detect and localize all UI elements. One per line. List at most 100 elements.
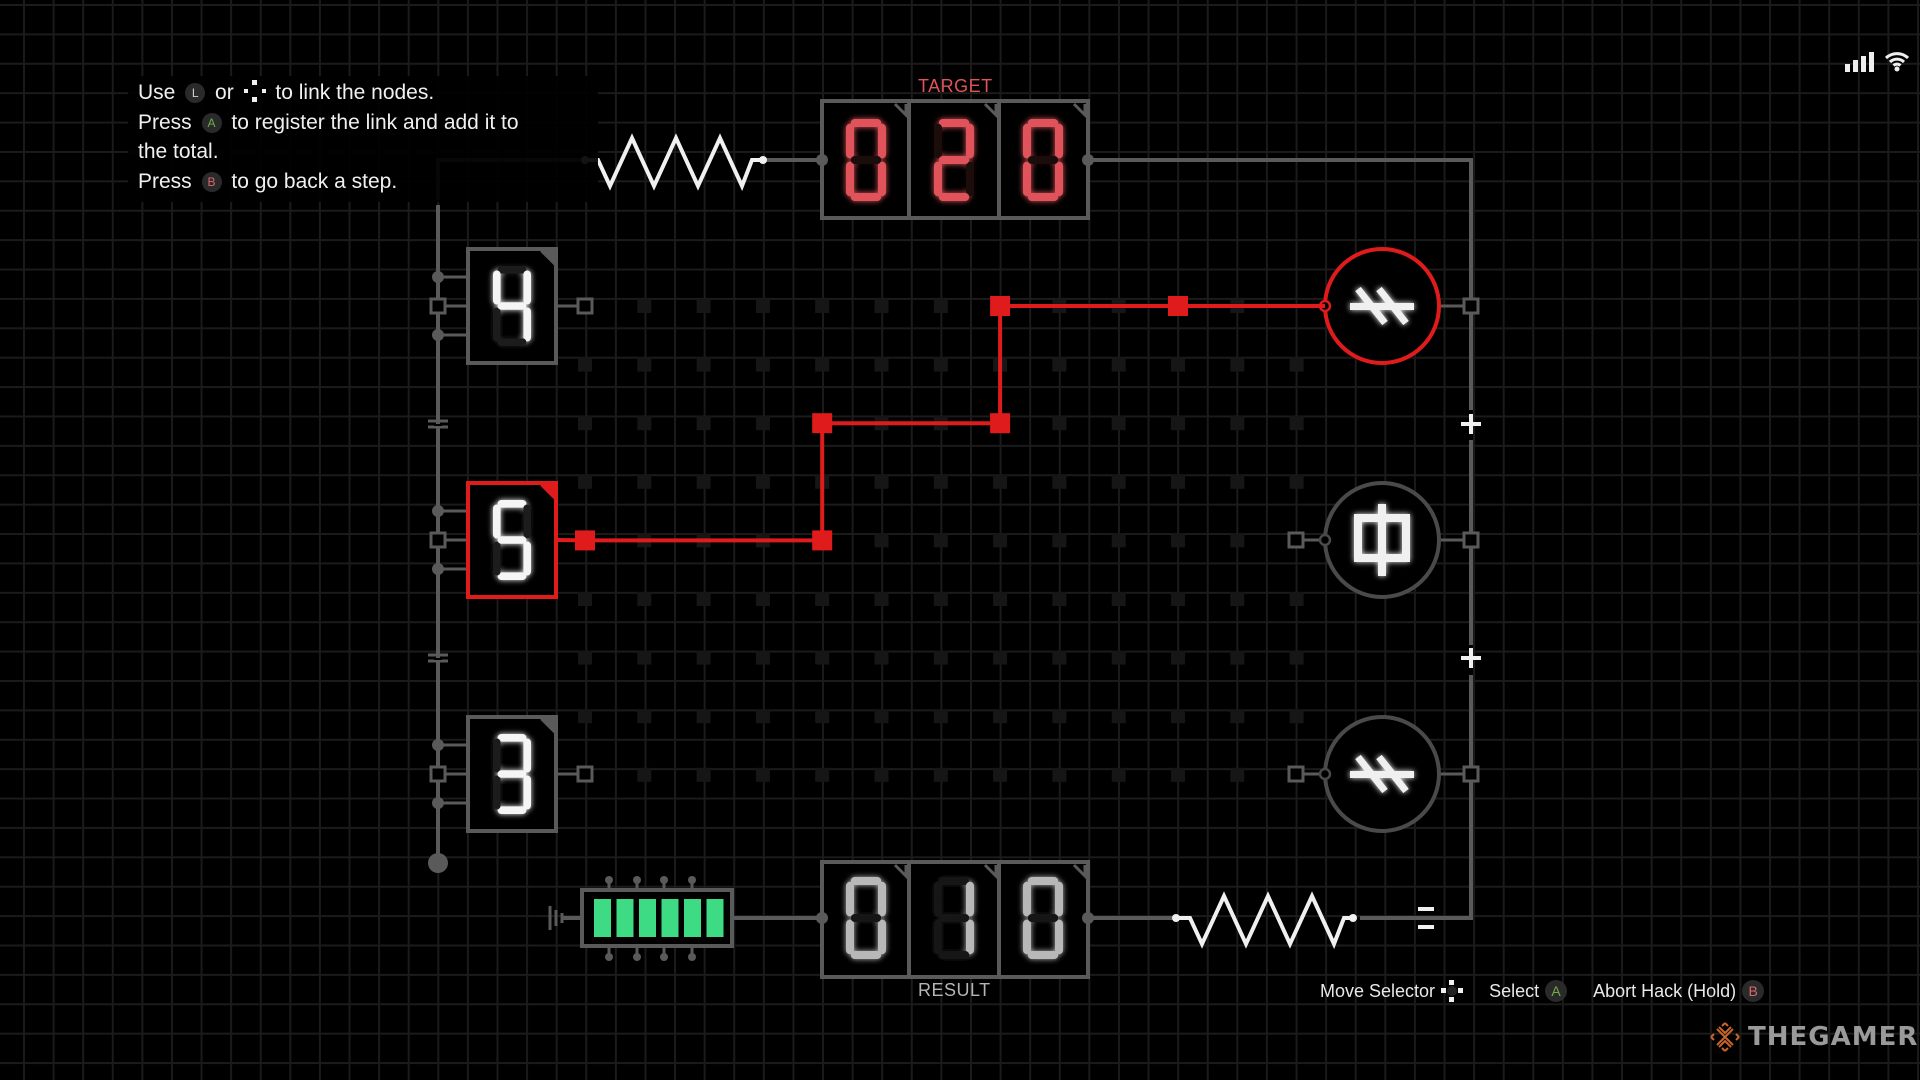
grid-node[interactable] (1052, 533, 1067, 548)
grid-node[interactable] (874, 709, 889, 724)
link-node[interactable] (575, 530, 595, 551)
grid-node[interactable] (696, 357, 711, 372)
grid-node[interactable] (874, 592, 889, 606)
input-port[interactable] (1287, 765, 1305, 783)
grid-node[interactable] (993, 592, 1008, 606)
grid-node[interactable] (637, 650, 652, 665)
grid-node[interactable] (874, 474, 889, 489)
grid-node[interactable] (1230, 474, 1245, 489)
grid-node[interactable] (874, 533, 889, 548)
grid-node[interactable] (755, 299, 770, 313)
grid-node[interactable] (815, 592, 830, 606)
grid-node[interactable] (815, 650, 830, 665)
output-port[interactable] (576, 765, 594, 783)
grid-node[interactable] (874, 650, 889, 665)
grid-node[interactable] (933, 474, 948, 489)
grid-node[interactable] (637, 474, 652, 489)
link-node[interactable] (1168, 296, 1188, 316)
grid-node[interactable] (933, 357, 948, 372)
grid-node[interactable] (755, 474, 770, 489)
grid-node[interactable] (1230, 357, 1245, 372)
grid-node[interactable] (874, 767, 889, 782)
grid-node[interactable] (637, 767, 652, 782)
input-port[interactable] (1287, 531, 1305, 549)
grid-node[interactable] (696, 709, 711, 724)
link-node[interactable] (812, 413, 833, 434)
grid-node[interactable] (933, 650, 948, 665)
grid-node[interactable] (1171, 709, 1185, 724)
grid-node[interactable] (578, 592, 592, 606)
grid-node[interactable] (933, 767, 948, 782)
grid-node[interactable] (1289, 650, 1304, 665)
grid-node[interactable] (1171, 357, 1185, 372)
number-node-4[interactable] (429, 247, 594, 365)
output-port[interactable] (576, 297, 594, 315)
grid-node[interactable] (1052, 357, 1067, 372)
grid-node[interactable] (815, 767, 830, 782)
grid-node[interactable] (1230, 709, 1245, 724)
grid-node[interactable] (1052, 650, 1067, 665)
grid-node[interactable] (1111, 709, 1126, 724)
grid-node[interactable] (1111, 767, 1126, 782)
grid-node[interactable] (1111, 650, 1126, 665)
grid-node[interactable] (993, 650, 1008, 665)
grid-node[interactable] (993, 533, 1008, 548)
link-node[interactable] (990, 296, 1011, 316)
grid-node[interactable] (1171, 474, 1185, 489)
grid-node[interactable] (1289, 416, 1304, 431)
grid-node[interactable] (755, 767, 770, 782)
grid-node[interactable] (755, 709, 770, 724)
grid-node[interactable] (1052, 592, 1067, 606)
grid-node[interactable] (933, 299, 948, 313)
grid-node[interactable] (1052, 474, 1067, 489)
link-node[interactable] (812, 530, 833, 551)
grid-node[interactable] (637, 357, 652, 372)
grid-node[interactable] (696, 474, 711, 489)
grid-node[interactable] (578, 650, 592, 665)
grid-node[interactable] (1289, 357, 1304, 372)
grid-node[interactable] (1052, 709, 1067, 724)
grid-node[interactable] (933, 592, 948, 606)
grid-node[interactable] (696, 592, 711, 606)
grid-node[interactable] (1171, 592, 1185, 606)
grid-node[interactable] (1111, 357, 1126, 372)
grid-node[interactable] (755, 416, 770, 431)
grid-node[interactable] (1052, 416, 1067, 431)
grid-node[interactable] (1289, 709, 1304, 724)
grid-node[interactable] (815, 357, 830, 372)
grid-node[interactable] (1230, 592, 1245, 606)
grid-node[interactable] (1230, 767, 1245, 782)
grid-node[interactable] (1230, 533, 1245, 548)
grid-node[interactable] (755, 650, 770, 665)
grid-node[interactable] (1052, 767, 1067, 782)
grid-node[interactable] (696, 416, 711, 431)
grid-node[interactable] (578, 357, 592, 372)
operator-node-2[interactable] (1287, 481, 1480, 599)
grid-node[interactable] (637, 709, 652, 724)
grid-node[interactable] (578, 474, 592, 489)
grid-node[interactable] (1171, 416, 1185, 431)
operator-node-1[interactable] (1318, 247, 1480, 365)
grid-node[interactable] (1230, 416, 1245, 431)
operator-node-3[interactable] (1287, 715, 1480, 833)
grid-node[interactable] (1230, 650, 1245, 665)
grid-node[interactable] (1111, 474, 1126, 489)
grid-node[interactable] (933, 533, 948, 548)
grid-node[interactable] (815, 709, 830, 724)
grid-node[interactable] (696, 299, 711, 313)
link-node[interactable] (990, 413, 1011, 434)
grid-node[interactable] (1111, 416, 1126, 431)
grid-node[interactable] (578, 416, 592, 431)
grid-node[interactable] (578, 709, 592, 724)
grid-node[interactable] (1111, 592, 1126, 606)
grid-node[interactable] (637, 592, 652, 606)
grid-node[interactable] (1171, 650, 1185, 665)
grid-node[interactable] (755, 592, 770, 606)
number-node-5[interactable] (429, 481, 558, 599)
grid-node[interactable] (1171, 767, 1185, 782)
grid-node[interactable] (637, 299, 652, 313)
grid-node[interactable] (815, 299, 830, 313)
grid-node[interactable] (1289, 592, 1304, 606)
grid-node[interactable] (993, 474, 1008, 489)
grid-node[interactable] (696, 767, 711, 782)
